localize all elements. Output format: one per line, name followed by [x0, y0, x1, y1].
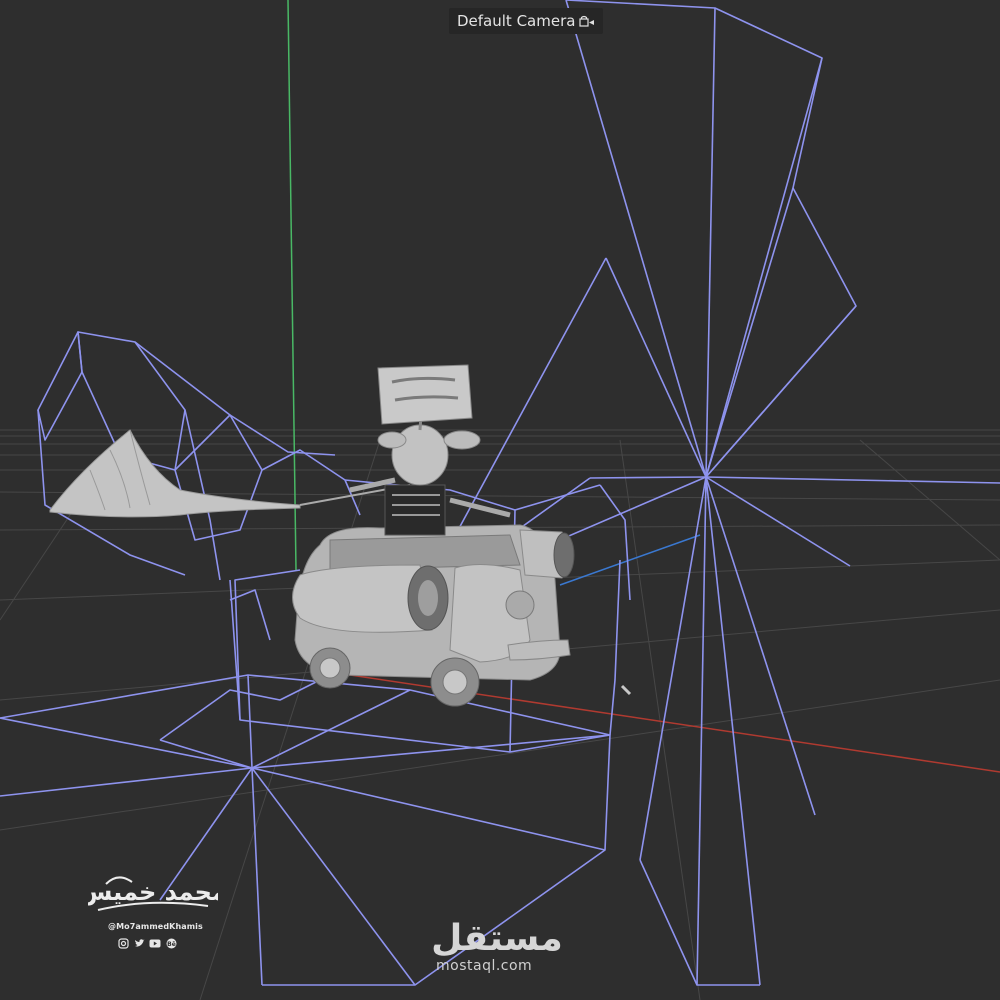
light-gizmo-right[interactable]	[419, 0, 1000, 986]
author-handle: @Mo7ammedKhamis	[108, 922, 203, 931]
z-axis	[559, 534, 701, 586]
3d-viewport[interactable]: Default Camera محمد خميس @Mo7ammedKhamis…	[0, 0, 1000, 1000]
van-model[interactable]	[292, 524, 575, 707]
behance-icon: Bē	[165, 937, 177, 949]
camera-label[interactable]: Default Camera	[449, 8, 604, 34]
camera-lock-icon[interactable]	[579, 15, 595, 27]
camera-name: Default Camera	[457, 12, 576, 30]
mostaql-logo-text: مستقل	[431, 918, 563, 959]
mostaql-logo: مستقل	[431, 918, 563, 959]
y-axis	[287, 0, 297, 571]
twitter-icon	[133, 937, 145, 949]
jet-engine-right	[519, 529, 575, 579]
scene-canvas[interactable]	[0, 0, 1000, 1000]
svg-text:Bē: Bē	[167, 941, 176, 948]
sign-board[interactable]	[377, 364, 473, 425]
small-bulb	[620, 684, 632, 696]
mostaql-url: mostaql.com	[436, 958, 533, 974]
youtube-icon	[149, 937, 161, 949]
van-headlight	[505, 590, 535, 620]
social-icons: Bē	[117, 937, 177, 949]
instagram-icon	[117, 937, 129, 949]
jet-engine-left	[292, 564, 449, 633]
